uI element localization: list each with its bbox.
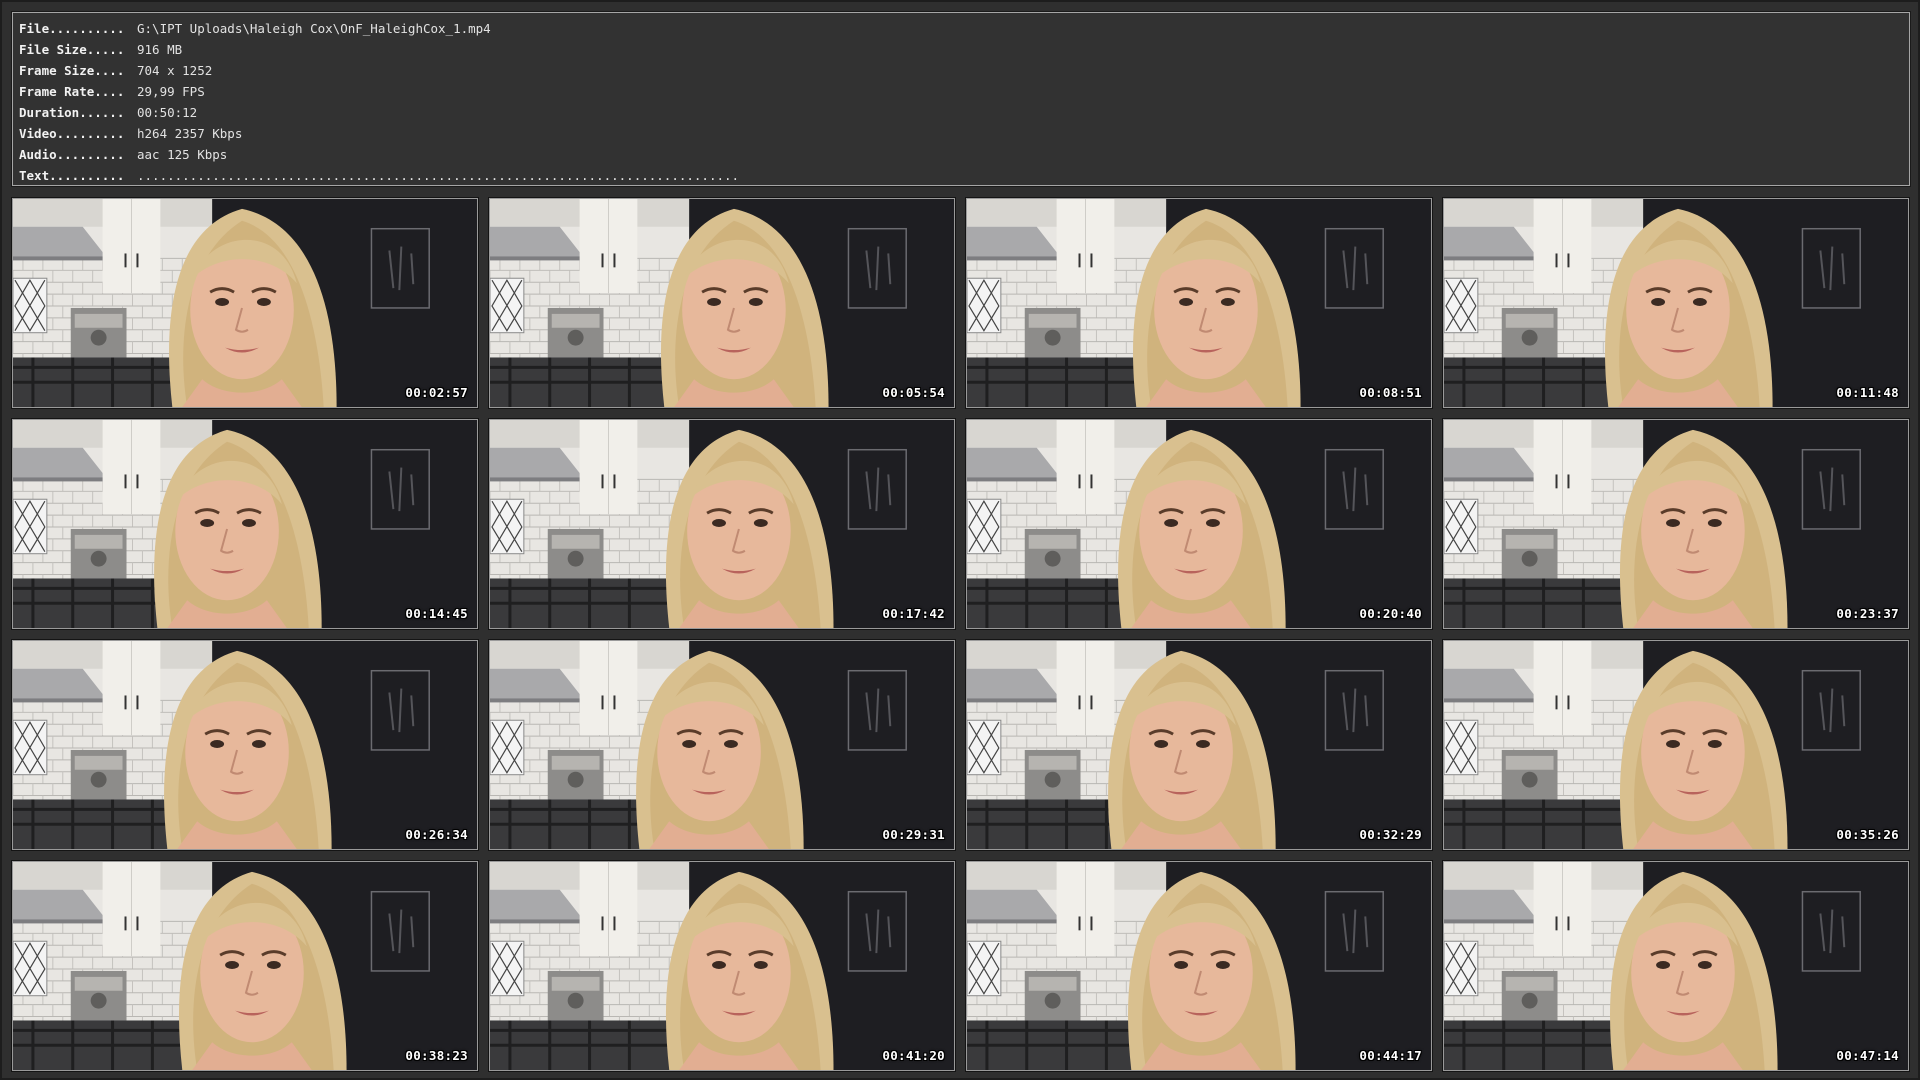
audio-codec-value: aac 125 Kbps — [137, 147, 228, 162]
video-thumbnail: 00:02:57 — [12, 198, 478, 408]
info-row-audio: Audio......... aac 125 Kbps — [19, 145, 227, 165]
info-label: File.......... — [19, 21, 125, 36]
video-thumbnail: 00:44:17 — [966, 861, 1432, 1071]
video-frame-image — [13, 199, 477, 407]
video-frame-image — [490, 420, 954, 628]
info-label: Frame Rate.... — [19, 84, 125, 99]
info-label: Duration...... — [19, 105, 125, 120]
video-frame-image — [967, 199, 1431, 407]
video-frame-image — [490, 641, 954, 849]
video-thumbnail: 00:35:26 — [1443, 640, 1909, 850]
video-thumbnail: 00:38:23 — [12, 861, 478, 1071]
video-frame-image — [13, 862, 477, 1070]
file-size-value: 916 MB — [137, 42, 183, 57]
frame-timestamp: 00:35:26 — [1836, 827, 1899, 842]
video-thumbnail: 00:32:29 — [966, 640, 1432, 850]
video-thumbnail: 00:47:14 — [1443, 861, 1909, 1071]
frame-timestamp: 00:20:40 — [1359, 606, 1422, 621]
video-thumbnail: 00:26:34 — [12, 640, 478, 850]
thumbnail-grid: 00:02:57 00:05:54 00:08:51 00:11:48 00:1… — [12, 198, 1910, 1072]
video-frame-image — [1444, 199, 1908, 407]
info-row-text: Text....................................… — [19, 166, 739, 186]
info-label: Frame Size.... — [19, 63, 125, 78]
info-label: Audio......... — [19, 147, 125, 162]
video-frame-image — [490, 862, 954, 1070]
video-thumbnail: 00:23:37 — [1443, 419, 1909, 629]
video-thumbnail: 00:41:20 — [489, 861, 955, 1071]
text-track-value: ........................................… — [137, 168, 740, 183]
info-row-duration: Duration...... 00:50:12 — [19, 103, 197, 123]
info-label: Video......... — [19, 126, 125, 141]
frame-timestamp: 00:23:37 — [1836, 606, 1899, 621]
video-frame-image — [967, 641, 1431, 849]
video-frame-image — [1444, 641, 1908, 849]
frame-rate-value: 29,99 FPS — [137, 84, 205, 99]
frame-size-value: 704 x 1252 — [137, 63, 213, 78]
frame-timestamp: 00:17:42 — [882, 606, 945, 621]
video-frame-image — [1444, 862, 1908, 1070]
frame-timestamp: 00:02:57 — [405, 385, 468, 400]
video-frame-image — [490, 199, 954, 407]
frame-timestamp: 00:08:51 — [1359, 385, 1422, 400]
frame-timestamp: 00:14:45 — [405, 606, 468, 621]
frame-timestamp: 00:26:34 — [405, 827, 468, 842]
video-thumbnail: 00:20:40 — [966, 419, 1432, 629]
frame-timestamp: 00:05:54 — [882, 385, 945, 400]
frame-timestamp: 00:44:17 — [1359, 1048, 1422, 1063]
info-row-frame-size: Frame Size.... 704 x 1252 — [19, 61, 212, 81]
frame-timestamp: 00:32:29 — [1359, 827, 1422, 842]
frame-timestamp: 00:29:31 — [882, 827, 945, 842]
video-thumbnail: 00:05:54 — [489, 198, 955, 408]
info-label: File Size..... — [19, 42, 125, 57]
duration-value: 00:50:12 — [137, 105, 198, 120]
video-frame-image — [13, 420, 477, 628]
info-row-file-size: File Size..... 916 MB — [19, 40, 182, 60]
video-codec-value: h264 2357 Kbps — [137, 126, 243, 141]
info-row-frame-rate: Frame Rate.... 29,99 FPS — [19, 82, 205, 102]
frame-timestamp: 00:11:48 — [1836, 385, 1899, 400]
video-thumbnail: 00:17:42 — [489, 419, 955, 629]
video-thumbnail: 00:14:45 — [12, 419, 478, 629]
media-info-panel: File.......... G:\IPT Uploads\Haleigh Cox… — [12, 12, 1910, 186]
video-frame-image — [967, 420, 1431, 628]
info-row-video: Video......... h264 2357 Kbps — [19, 124, 242, 144]
video-frame-image — [1444, 420, 1908, 628]
frame-timestamp: 00:47:14 — [1836, 1048, 1899, 1063]
video-thumbnail: 00:08:51 — [966, 198, 1432, 408]
video-frame-image — [967, 862, 1431, 1070]
contact-sheet: File.......... G:\IPT Uploads\Haleigh Cox… — [0, 0, 1920, 1080]
video-frame-image — [13, 641, 477, 849]
frame-timestamp: 00:38:23 — [405, 1048, 468, 1063]
frame-timestamp: 00:41:20 — [882, 1048, 945, 1063]
video-thumbnail: 00:29:31 — [489, 640, 955, 850]
info-label: Text.......... — [19, 168, 125, 183]
video-thumbnail: 00:11:48 — [1443, 198, 1909, 408]
info-row-file: File.......... G:\IPT Uploads\Haleigh Cox… — [19, 19, 491, 39]
file-path-value: G:\IPT Uploads\Haleigh Cox\OnF_HaleighCo… — [137, 21, 491, 36]
